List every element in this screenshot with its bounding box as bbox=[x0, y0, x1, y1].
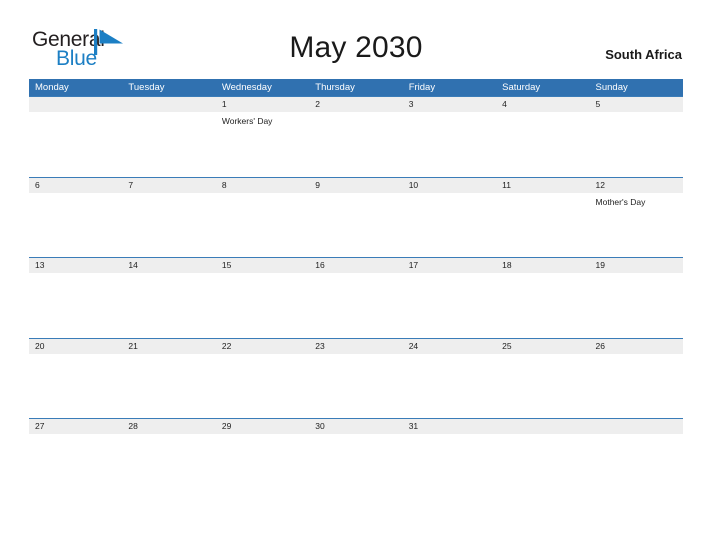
region-label: South Africa bbox=[605, 47, 682, 62]
day-event bbox=[590, 273, 683, 276]
day-number[interactable]: 26 bbox=[590, 339, 683, 354]
day-event: Workers' Day bbox=[221, 116, 273, 126]
day-number[interactable]: 23 bbox=[309, 339, 402, 354]
day-number[interactable]: 9 bbox=[309, 178, 402, 193]
week-event-strip bbox=[29, 353, 683, 357]
day-event bbox=[590, 112, 683, 128]
week-row: 1 2 3 4 5 Workers' Day bbox=[29, 96, 683, 177]
day-event bbox=[590, 434, 683, 437]
day-event bbox=[216, 273, 309, 276]
weekday-header-saturday: Saturday bbox=[502, 82, 541, 93]
day-event bbox=[29, 434, 122, 437]
day-event bbox=[309, 273, 402, 276]
week-date-strip: 6 7 8 9 10 11 12 bbox=[29, 177, 683, 193]
week-event-strip: Workers' Day bbox=[29, 112, 683, 128]
day-event bbox=[29, 112, 122, 128]
day-number[interactable]: 25 bbox=[496, 339, 589, 354]
day-number[interactable]: 4 bbox=[496, 97, 589, 112]
day-number[interactable] bbox=[29, 97, 122, 112]
day-number[interactable]: 6 bbox=[29, 178, 122, 193]
day-number[interactable]: 20 bbox=[29, 339, 122, 354]
day-event bbox=[309, 193, 402, 209]
day-event bbox=[403, 354, 496, 357]
day-number[interactable]: 7 bbox=[122, 178, 215, 193]
day-number[interactable]: 29 bbox=[216, 419, 309, 434]
day-number[interactable]: 17 bbox=[403, 258, 496, 273]
day-event bbox=[309, 112, 402, 128]
day-number[interactable]: 30 bbox=[309, 419, 402, 434]
weekday-header-sunday: Sunday bbox=[595, 82, 628, 93]
day-event bbox=[216, 354, 309, 357]
day-event bbox=[122, 354, 215, 357]
day-number[interactable]: 12 bbox=[590, 178, 683, 193]
day-number[interactable]: 10 bbox=[403, 178, 496, 193]
day-event bbox=[403, 112, 496, 128]
week-date-strip: 1 2 3 4 5 bbox=[29, 97, 683, 112]
day-event bbox=[122, 193, 215, 209]
week-date-strip: 20 21 22 23 24 25 26 bbox=[29, 338, 683, 354]
page-header: General Blue May 2030 South Africa bbox=[0, 0, 712, 78]
week-row: 20 21 22 23 24 25 26 bbox=[29, 337, 683, 419]
weekday-header-row: Monday Tuesday Wednesday Thursday Friday… bbox=[29, 79, 683, 96]
day-number[interactable]: 15 bbox=[216, 258, 309, 273]
day-number[interactable]: 13 bbox=[29, 258, 122, 273]
day-event bbox=[590, 354, 683, 357]
weekday-header-monday: Monday bbox=[35, 82, 69, 93]
day-event bbox=[122, 273, 215, 276]
week-event-strip bbox=[29, 273, 683, 276]
day-event bbox=[29, 193, 122, 209]
day-event bbox=[216, 193, 309, 209]
weekday-header-friday: Friday bbox=[408, 82, 436, 93]
week-row: 6 7 8 9 10 11 12 Mother's Day bbox=[29, 176, 683, 258]
week-date-strip: 13 14 15 16 17 18 19 bbox=[29, 258, 683, 273]
weekday-header-tuesday: Tuesday bbox=[128, 82, 165, 93]
day-event bbox=[496, 273, 589, 276]
day-number[interactable] bbox=[496, 419, 589, 434]
day-event bbox=[29, 273, 122, 276]
day-event bbox=[403, 193, 496, 209]
day-event bbox=[403, 434, 496, 437]
day-event bbox=[29, 354, 122, 357]
day-event bbox=[403, 273, 496, 276]
day-number[interactable]: 31 bbox=[403, 419, 496, 434]
week-event-strip bbox=[29, 434, 683, 437]
day-event bbox=[496, 434, 589, 437]
day-event bbox=[122, 434, 215, 437]
day-number[interactable]: 8 bbox=[216, 178, 309, 193]
day-event bbox=[309, 434, 402, 437]
calendar-grid: Monday Tuesday Wednesday Thursday Friday… bbox=[29, 79, 683, 499]
day-number[interactable]: 2 bbox=[309, 97, 402, 112]
day-event bbox=[496, 354, 589, 357]
day-number[interactable]: 5 bbox=[590, 97, 683, 112]
weekday-header-wednesday: Wednesday bbox=[221, 82, 272, 93]
day-number[interactable]: 14 bbox=[122, 258, 215, 273]
day-number[interactable] bbox=[122, 97, 215, 112]
day-event bbox=[122, 112, 215, 128]
day-number[interactable] bbox=[590, 419, 683, 434]
day-event bbox=[216, 434, 309, 437]
weekday-header-thursday: Thursday bbox=[315, 82, 355, 93]
day-event bbox=[496, 193, 589, 209]
day-event bbox=[496, 112, 589, 128]
day-event: Mother's Day bbox=[595, 196, 646, 207]
day-number[interactable]: 21 bbox=[122, 339, 215, 354]
week-row: 13 14 15 16 17 18 19 bbox=[29, 257, 683, 338]
day-number[interactable]: 18 bbox=[496, 258, 589, 273]
day-number[interactable]: 28 bbox=[122, 419, 215, 434]
week-event-strip: Mother's Day bbox=[29, 192, 683, 209]
day-number[interactable]: 24 bbox=[403, 339, 496, 354]
day-number[interactable]: 3 bbox=[403, 97, 496, 112]
day-number[interactable]: 27 bbox=[29, 419, 122, 434]
week-date-strip: 27 28 29 30 31 bbox=[29, 419, 683, 434]
day-number[interactable]: 19 bbox=[590, 258, 683, 273]
day-number[interactable]: 22 bbox=[216, 339, 309, 354]
week-row: 27 28 29 30 31 bbox=[29, 418, 683, 499]
day-number[interactable]: 11 bbox=[496, 178, 589, 193]
day-number[interactable]: 16 bbox=[309, 258, 402, 273]
day-event bbox=[309, 354, 402, 357]
day-number[interactable]: 1 bbox=[216, 97, 309, 112]
